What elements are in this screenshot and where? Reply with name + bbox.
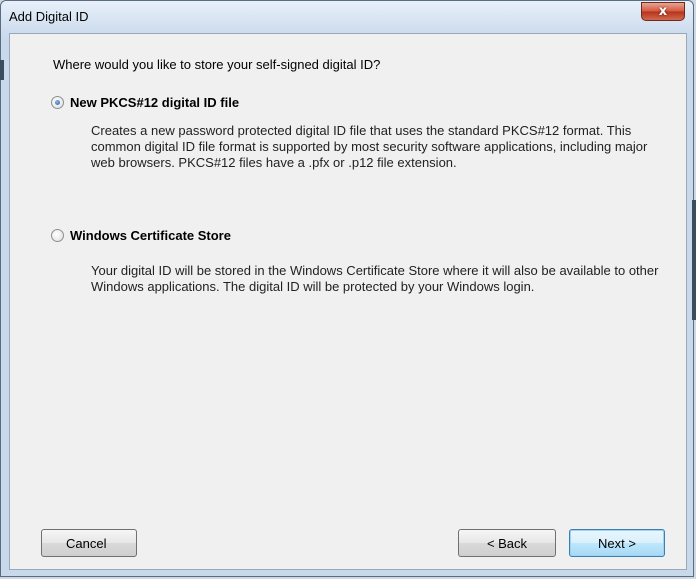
title-bar[interactable]: Add Digital ID x [1,1,693,33]
option-pkcs12-label[interactable]: New PKCS#12 digital ID file [70,95,239,110]
option-pkcs12-description: Creates a new password protected digital… [91,123,648,170]
close-icon: x [658,4,668,19]
window-title: Add Digital ID [9,9,89,24]
radio-pkcs12[interactable] [51,96,64,109]
background-window-edge [692,200,696,320]
close-button[interactable]: x [641,2,685,21]
back-button[interactable]: < Back [458,529,556,557]
background-window-edge [0,60,4,80]
option-windows-store-label[interactable]: Windows Certificate Store [70,228,231,243]
option-windows-store[interactable]: Windows Certificate Store [51,228,231,243]
option-windows-store-description: Your digital ID will be stored in the Wi… [91,263,659,294]
dialog-body [9,33,687,570]
add-digital-id-dialog: Add Digital ID x Where would you like to… [0,0,694,577]
radio-windows-store[interactable] [51,229,64,242]
next-button[interactable]: Next > [569,529,665,557]
option-pkcs12[interactable]: New PKCS#12 digital ID file [51,95,239,110]
storage-question: Where would you like to store your self-… [53,57,381,72]
cancel-button[interactable]: Cancel [41,529,137,557]
radio-selected-dot [55,100,60,105]
